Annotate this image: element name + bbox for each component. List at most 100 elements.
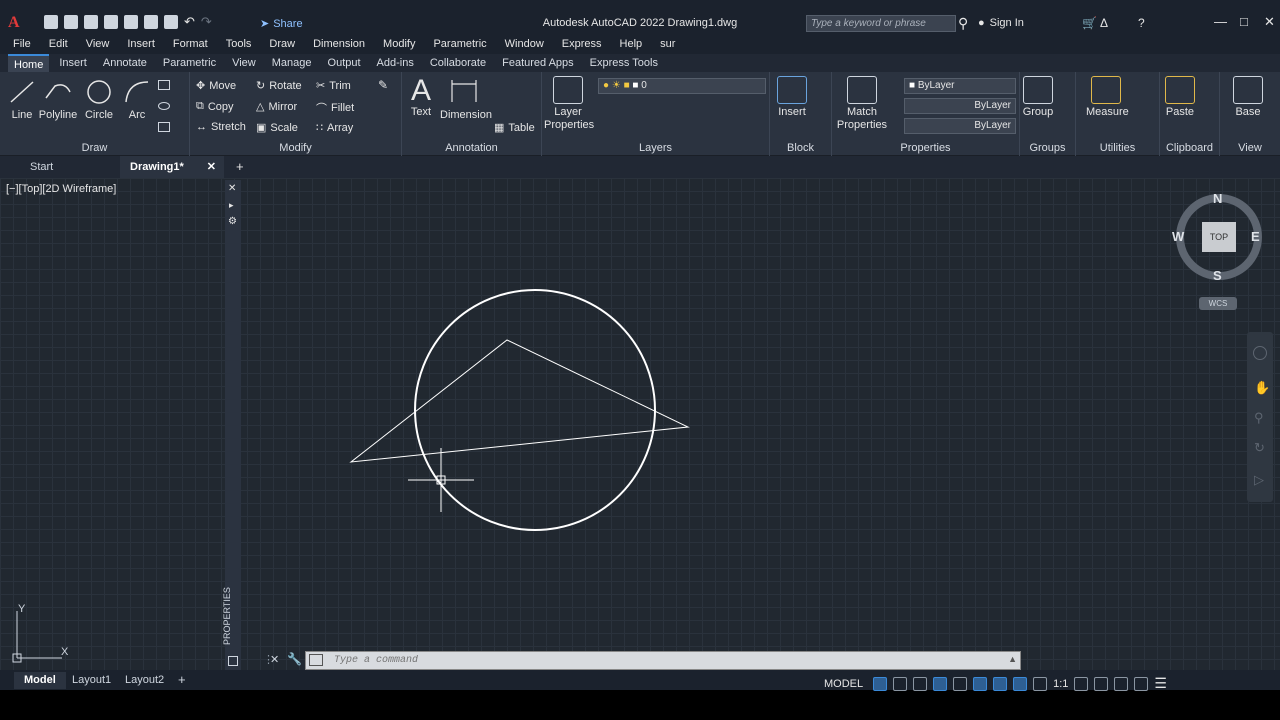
panel-title-view[interactable]: View [1220, 142, 1280, 154]
menu-edit[interactable]: Edit [49, 38, 68, 50]
tab-add-ins[interactable]: Add-ins [371, 54, 420, 72]
circle-button[interactable]: Circle [82, 78, 116, 121]
compass-east[interactable]: E [1251, 229, 1260, 244]
wcs-menu[interactable]: WCS [1199, 297, 1237, 310]
layer-dropdown[interactable]: ● ☀ ■ ■ 0 [598, 78, 766, 94]
cart-icon[interactable]: 🛒 [1082, 16, 1097, 30]
menu-dimension[interactable]: Dimension [313, 38, 365, 50]
menu-file[interactable]: File [13, 38, 31, 50]
maximize-icon[interactable]: □ [1240, 14, 1248, 29]
panel-title-clipboard[interactable]: Clipboard [1160, 142, 1219, 154]
showmotion-icon[interactable]: ▷ [1254, 472, 1264, 488]
scale-label[interactable]: 1:1 [1053, 678, 1068, 690]
object-snap-tracking-icon[interactable] [973, 676, 988, 691]
command-history-icon[interactable]: ▲ [1008, 654, 1017, 664]
arc-button[interactable]: Arc [120, 78, 154, 121]
layer-properties-button[interactable]: Layer Properties [544, 76, 594, 132]
tab-output[interactable]: Output [322, 54, 367, 72]
stretch-button[interactable]: ↔ Stretch [196, 121, 246, 133]
insert-block-button[interactable]: Insert [774, 76, 810, 118]
model-space-toggle[interactable]: MODEL [820, 677, 867, 691]
autocad-logo[interactable]: A [8, 14, 20, 32]
object-snap-icon[interactable] [993, 676, 1008, 691]
trim-button[interactable]: ✂ Trim [316, 79, 351, 93]
panel-title-properties[interactable]: Properties [832, 142, 1019, 154]
save-as-icon[interactable] [104, 15, 118, 29]
panel-title-annotation[interactable]: Annotation [402, 142, 541, 154]
drawing-canvas[interactable] [0, 178, 1280, 670]
panel-title-utilities[interactable]: Utilities [1076, 142, 1159, 154]
grid-icon[interactable] [873, 676, 888, 691]
steering-wheel-icon[interactable] [1253, 346, 1267, 360]
copy-button[interactable]: ⧉ Copy [196, 100, 234, 113]
scale-button[interactable]: ▣ Scale [256, 121, 298, 135]
panel-title-modify[interactable]: Modify [190, 142, 401, 154]
sign-in-button[interactable]: ● Sign In [978, 17, 1024, 29]
save-icon[interactable] [84, 15, 98, 29]
lineweight-dropdown[interactable]: ByLayer [904, 118, 1016, 134]
zoom-icon[interactable]: ⚲ [1254, 410, 1264, 426]
text-button[interactable]: A Text [406, 76, 436, 119]
polyline-button[interactable]: Polyline [38, 78, 78, 121]
units-icon[interactable] [1114, 676, 1129, 691]
tab-collaborate[interactable]: Collaborate [424, 54, 492, 72]
tab-layout1[interactable]: Layout1 [62, 672, 121, 689]
tab-insert[interactable]: Insert [53, 54, 93, 72]
drawn-triangle[interactable] [349, 339, 690, 463]
match-properties-button[interactable]: Match Properties [834, 76, 890, 132]
help-icon[interactable]: ? [1138, 16, 1145, 30]
compass-west[interactable]: W [1172, 229, 1184, 244]
autodesk-app-icon[interactable]: Δ [1100, 16, 1108, 30]
annotation-visibility-icon[interactable] [1013, 676, 1028, 691]
array-button[interactable]: ∷ Array [316, 121, 353, 135]
close-icon[interactable]: ✕ [1264, 14, 1275, 30]
paste-button[interactable]: Paste [1164, 76, 1196, 118]
palette-settings-icon[interactable]: ⚙ [228, 216, 237, 227]
orbit-icon[interactable]: ↻ [1254, 440, 1265, 456]
annotation-scale-icon[interactable] [1033, 676, 1048, 691]
command-input[interactable] [334, 653, 934, 668]
panel-title-groups[interactable]: Groups [1020, 142, 1075, 154]
mirror-button[interactable]: △ Mirror [256, 100, 297, 114]
open-icon[interactable] [64, 15, 78, 29]
open-from-web-icon[interactable] [124, 15, 138, 29]
plot-icon[interactable] [164, 15, 178, 29]
pan-icon[interactable]: ✋ [1254, 380, 1270, 396]
fullscreen-icon[interactable] [1134, 676, 1149, 691]
color-dropdown[interactable]: ■ ByLayer [904, 78, 1016, 94]
ortho-icon[interactable] [913, 676, 928, 691]
linetype-dropdown[interactable]: ByLayer [904, 98, 1016, 114]
snap-icon[interactable] [893, 676, 908, 691]
dimension-button[interactable]: Dimension [440, 78, 492, 121]
new-icon[interactable] [44, 15, 58, 29]
tab-express-tools[interactable]: Express Tools [584, 54, 664, 72]
isometric-icon[interactable] [953, 676, 968, 691]
autohide-icon[interactable]: ▸ [229, 200, 234, 211]
customize-status-icon[interactable]: ☰ [1154, 675, 1167, 692]
close-palette-icon[interactable]: ✕ [228, 183, 236, 194]
minimize-icon[interactable]: — [1214, 14, 1227, 29]
line-button[interactable]: Line [6, 78, 38, 121]
polar-tracking-icon[interactable] [933, 676, 948, 691]
drawn-circle[interactable] [414, 289, 656, 531]
search-icon[interactable]: ⚲ [958, 15, 968, 32]
menu-window[interactable]: Window [505, 38, 544, 50]
compass-north[interactable]: N [1213, 191, 1222, 206]
panel-title-layers[interactable]: Layers [542, 142, 769, 154]
menu-help[interactable]: Help [620, 38, 643, 50]
group-button[interactable]: Group [1022, 76, 1054, 118]
tab-view[interactable]: View [226, 54, 262, 72]
tab-layout2[interactable]: Layout2 [115, 672, 174, 689]
new-tab-icon[interactable]: + [236, 159, 244, 174]
tab-manage[interactable]: Manage [266, 54, 318, 72]
panel-title-draw[interactable]: Draw [0, 142, 189, 154]
share-button[interactable]: ➤ Share [260, 17, 303, 31]
table-button[interactable]: ▦ Table [494, 121, 535, 135]
menu-tools[interactable]: Tools [226, 38, 252, 50]
tab-home[interactable]: Home [8, 54, 50, 72]
menu-sur[interactable]: sur [660, 38, 675, 50]
close-command-icon[interactable]: ✕ [270, 653, 279, 666]
tab-parametric[interactable]: Parametric [157, 54, 222, 72]
customize-command-icon[interactable]: 🔧 [287, 652, 302, 666]
tab-drawing1[interactable]: Drawing1* ✕ [120, 156, 224, 178]
